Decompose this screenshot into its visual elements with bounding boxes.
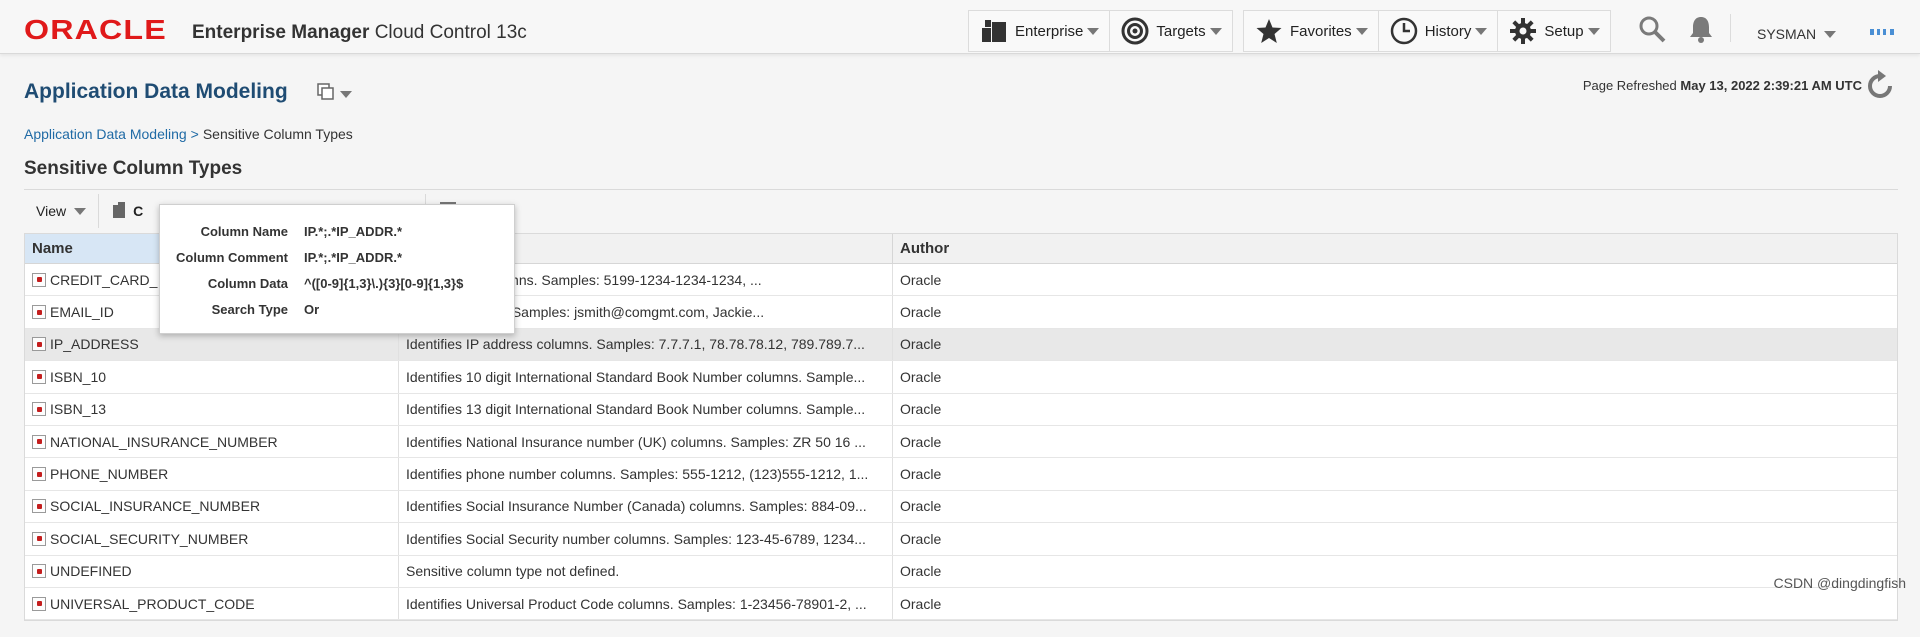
breadcrumb: Application Data Modeling > Sensitive Colu… (24, 126, 353, 142)
popup-value: Or (304, 302, 320, 317)
table-row[interactable]: PHONE_NUMBER Identifies phone number colu… (25, 458, 1897, 491)
table-row[interactable]: NATIONAL_INSURANCE_NUMBER Identifies Nati… (25, 425, 1897, 459)
refresh-icon[interactable] (1864, 70, 1896, 102)
sensitive-type-icon (32, 596, 46, 611)
menu-setup[interactable]: Setup (1498, 11, 1609, 51)
create-document-icon (111, 201, 127, 222)
cell-description: Identifies Social Insurance Number (Cana… (399, 490, 893, 523)
popup-label: Column Data (207, 276, 288, 291)
table-row[interactable]: UNIVERSAL_PRODUCT_CODE Identifies Univers… (25, 587, 1897, 621)
view-menu[interactable]: View (24, 191, 98, 231)
cell-description: Identifies Social Security number column… (399, 523, 893, 555)
popup-row: Column Data ^([0-9]{1,3}\.){3}[0-9]{1,3}$ (176, 271, 498, 297)
table-row[interactable]: SOCIAL_SECURITY_NUMBER Identifies Social … (25, 523, 1897, 556)
cell-description: Identifies phone number columns. Samples… (399, 458, 893, 490)
section-title: Sensitive Column Types (24, 158, 243, 179)
column-details-popup: Column Name IP.*;.*IP_ADDR.* Column Commen… (159, 204, 515, 334)
sensitive-type-icon (32, 369, 46, 384)
breadcrumb-parent-link[interactable]: Application Data Modeling (24, 126, 187, 142)
enterprise-icon (979, 16, 1009, 46)
cell-description: Identifies 13 digit International Standa… (399, 393, 893, 425)
menu-favorites[interactable]: Favorites (1244, 11, 1379, 51)
cell-name[interactable]: ISBN_13 (25, 393, 399, 425)
menu-dots-icon[interactable] (1870, 29, 1894, 35)
cell-name[interactable]: PHONE_NUMBER (25, 458, 399, 490)
popup-row: Column Name IP.*;.*IP_ADDR.* (176, 219, 498, 245)
menu-enterprise[interactable]: Enterprise (969, 11, 1111, 51)
sensitive-type-icon (32, 337, 46, 352)
clock-icon (1389, 16, 1419, 46)
page-menu-button[interactable] (316, 82, 352, 107)
page-refreshed: Page Refreshed May 13, 2022 2:39:21 AM U… (1582, 78, 1862, 93)
cell-author: Oracle (900, 304, 942, 321)
cell-author: Oracle (900, 271, 942, 288)
popup-value: ^([0-9]{1,3}\.){3}[0-9]{1,3}$ (304, 276, 464, 291)
cell-author: Oracle (900, 401, 942, 418)
gear-icon (1508, 16, 1538, 46)
cell-description: Identifies National Insurance number (UK… (399, 425, 893, 458)
table-row[interactable]: SOCIAL_INSURANCE_NUMBER Identifies Social… (25, 490, 1897, 524)
table-row[interactable]: ISBN_10 Identifies 10 digit International… (25, 361, 1897, 394)
popup-label: Search Type (211, 302, 288, 317)
watermark: CSDN @dingdingfish (1773, 575, 1907, 591)
cell-author: Oracle (900, 433, 942, 450)
product-name: Enterprise Manager Cloud Control 13c (192, 22, 527, 43)
section-divider (24, 189, 1898, 190)
top-bar: ORACLE Enterprise Manager Cloud Control … (0, 0, 1920, 54)
cell-name[interactable]: ISBN_10 (25, 361, 399, 393)
page-title: Application Data Modeling (24, 80, 288, 103)
cell-description: Identifies 10 digit International Standa… (399, 361, 893, 393)
cell-author: Oracle (900, 595, 942, 612)
main-menu-group-2: Favorites History Setup (1243, 10, 1611, 52)
bell-icon[interactable] (1686, 14, 1716, 44)
sensitive-type-icon (32, 305, 46, 320)
breadcrumb-current: Sensitive Column Types (202, 126, 353, 142)
cell-author: Oracle (900, 563, 942, 580)
user-menu[interactable]: SYSMAN (1757, 26, 1837, 42)
popup-row: Search Type Or (176, 297, 498, 323)
menu-history[interactable]: History (1379, 11, 1499, 51)
sensitive-type-icon (32, 564, 46, 579)
oracle-logo[interactable]: ORACLE (24, 16, 167, 44)
cell-author: Oracle (900, 466, 942, 483)
create-button[interactable]: C (99, 191, 155, 231)
header-divider (1730, 14, 1731, 42)
sensitive-type-icon (32, 434, 46, 449)
cell-name[interactable]: SOCIAL_SECURITY_NUMBER (25, 523, 399, 555)
table-row[interactable]: ISBN_13 Identifies 13 digit International… (25, 393, 1897, 426)
cell-description: Sensitive column type not defined. (399, 555, 893, 587)
popup-value: IP.*;.*IP_ADDR.* (304, 224, 403, 239)
popup-value: IP.*;.*IP_ADDR.* (304, 250, 403, 265)
cell-name[interactable]: NATIONAL_INSURANCE_NUMBER (25, 425, 399, 458)
sensitive-type-icon (32, 402, 46, 417)
popup-label: Column Comment (176, 250, 288, 265)
cell-author: Oracle (900, 368, 942, 385)
table-row[interactable]: UNDEFINED Sensitive column type not defin… (25, 555, 1897, 588)
chevron-down-icon (340, 91, 352, 98)
cell-author: Oracle (900, 530, 942, 547)
sensitive-type-icon (32, 467, 46, 482)
cell-author: Oracle (900, 498, 942, 515)
search-icon[interactable] (1637, 14, 1667, 44)
main-menu-group-1: Enterprise Targets (968, 10, 1233, 52)
sensitive-type-icon (32, 531, 46, 546)
target-icon (1120, 16, 1150, 46)
sensitive-type-icon (32, 499, 46, 514)
popup-row: Column Comment IP.*;.*IP_ADDR.* (176, 245, 498, 271)
cell-name[interactable]: SOCIAL_INSURANCE_NUMBER (25, 490, 399, 523)
cell-author: Oracle (900, 336, 942, 353)
sensitive-type-icon (32, 272, 46, 287)
menu-targets[interactable]: Targets (1110, 11, 1231, 51)
popup-label: Column Name (200, 224, 288, 239)
copy-pages-icon (316, 82, 336, 107)
cell-name[interactable]: UNIVERSAL_PRODUCT_CODE (25, 587, 399, 620)
star-icon (1254, 16, 1284, 46)
cell-description: Identifies Universal Product Code column… (399, 587, 893, 620)
cell-name[interactable]: UNDEFINED (25, 555, 399, 587)
column-header-author[interactable]: Author (893, 234, 1897, 263)
